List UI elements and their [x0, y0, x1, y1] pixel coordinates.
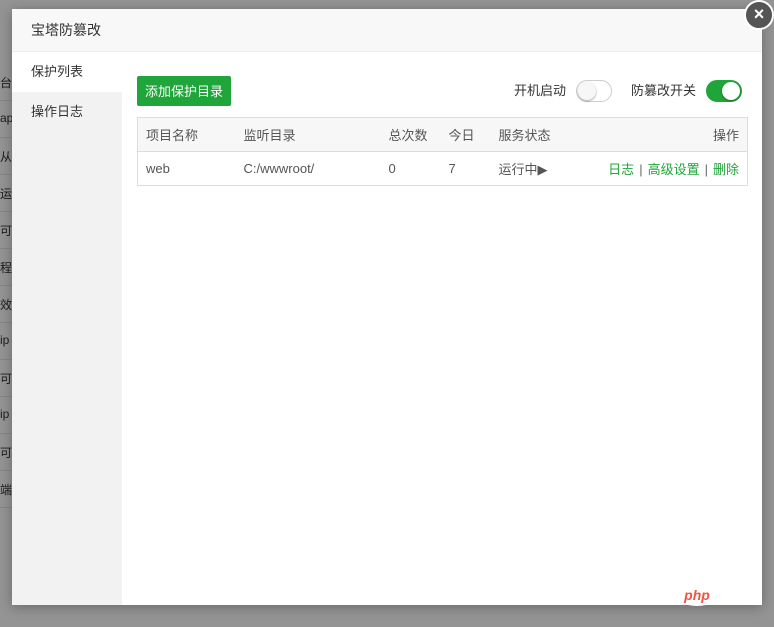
cell-name: web	[146, 161, 170, 176]
separator: |	[704, 162, 708, 177]
sidebar-item-label: 操作日志	[31, 104, 84, 119]
sidebar-item-operation-log[interactable]: 操作日志	[12, 92, 122, 132]
add-protect-dir-button[interactable]: 添加保护目录	[137, 76, 231, 106]
cell-dir[interactable]: C:/wwwroot/	[236, 152, 381, 186]
column-header-ops: 操作	[590, 117, 748, 152]
autostart-toggle[interactable]	[576, 80, 612, 102]
table-header-row: 项目名称 监听目录 总次数 今日 服务状态 操作	[137, 117, 748, 152]
sidebar-item-protect-list[interactable]: 保护列表	[12, 52, 122, 92]
protect-table: 项目名称 监听目录 总次数 今日 服务状态 操作 web C:/wwwroot/…	[137, 117, 748, 186]
tamper-toggle[interactable]	[706, 80, 742, 102]
toggle-knob	[722, 82, 740, 100]
log-link[interactable]: 日志	[608, 162, 634, 177]
table-row: web C:/wwwroot/ 0 7 运行中▶ 日志 | 高级设置 | 删除	[138, 152, 748, 186]
tamper-switch-label: 防篡改开关	[631, 83, 697, 98]
column-header-name: 项目名称	[137, 117, 236, 152]
sidebar-item-label: 保护列表	[31, 64, 84, 79]
dialog-sidebar: 保护列表 操作日志	[12, 52, 122, 605]
cell-today: 7	[448, 161, 456, 176]
dialog-title: 宝塔防篡改	[31, 22, 101, 38]
autostart-label: 开机启动	[514, 83, 567, 98]
dialog-header: 宝塔防篡改	[12, 9, 762, 52]
advanced-settings-link[interactable]: 高级设置	[648, 162, 700, 177]
cell-status[interactable]: 运行中▶	[491, 152, 591, 186]
watermark-text: 中文网	[721, 589, 761, 604]
cell-total: 0	[388, 161, 396, 176]
column-header-status: 服务状态	[490, 117, 591, 152]
column-header-today: 今日	[440, 117, 491, 152]
column-header-total: 总次数	[380, 117, 441, 152]
cell-ops: 日志 | 高级设置 | 删除	[591, 152, 748, 186]
column-header-dir: 监听目录	[235, 117, 381, 152]
toggle-knob	[578, 82, 596, 100]
separator: |	[639, 162, 643, 177]
php-logo: php	[676, 584, 718, 606]
close-icon[interactable]: ×	[744, 0, 774, 30]
delete-link[interactable]: 删除	[713, 162, 739, 177]
